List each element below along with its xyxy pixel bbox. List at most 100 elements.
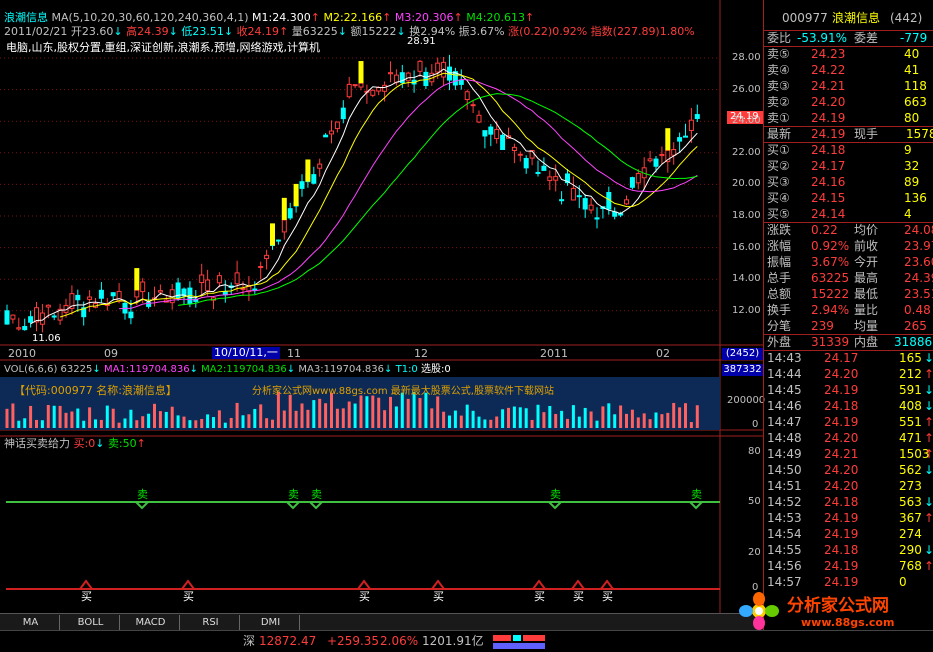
m2-value: M2:22.166 xyxy=(323,11,383,24)
volume-bar xyxy=(465,404,469,428)
volume-bar xyxy=(341,408,345,428)
status-bar-up xyxy=(493,635,511,641)
signal-candle xyxy=(281,197,287,220)
tab-rsi[interactable]: RSI xyxy=(182,615,240,630)
bid-label: 买③ xyxy=(767,175,790,189)
chart-header: 浪潮信息 MA(5,10,20,30,60,120,240,360,4,1) M… xyxy=(4,11,535,24)
signal-candle xyxy=(358,61,364,84)
watermark-site: 分析家公式网www.88gs.com 最新最大股票公式,股票软件下载网站 xyxy=(252,386,554,397)
volume-bar xyxy=(229,417,233,428)
tick-time: 14:48 xyxy=(767,431,802,445)
stat-value2: 265 xyxy=(904,319,927,333)
tick-time: 14:43 xyxy=(767,351,802,365)
ask-label: 卖③ xyxy=(767,79,790,93)
quote-count: (442) xyxy=(890,11,923,25)
ask-price: 24.19 xyxy=(811,111,846,125)
date-2010: 2010 xyxy=(8,347,36,360)
bid-volume: 89 xyxy=(904,175,920,189)
status-market: 深 xyxy=(243,634,256,648)
volume-bar xyxy=(206,414,210,428)
price-axis-label: 22.00 xyxy=(732,146,761,158)
stat-value: 2.94% xyxy=(811,303,850,317)
stat-row: 总额 15222 最低 23.51 xyxy=(764,286,933,302)
tick-volume: 274 xyxy=(899,527,922,541)
signal-buy: 买:0 xyxy=(73,437,96,450)
volume-bar xyxy=(507,407,510,428)
chart-canvas[interactable] xyxy=(0,0,763,613)
tick-arrow-icon: ↓ xyxy=(924,495,933,509)
date-11: 11 xyxy=(287,347,301,360)
weibi-value: -53.91% xyxy=(797,31,848,45)
volume-bar xyxy=(583,407,587,428)
volume-bar xyxy=(117,422,121,428)
volume-bar xyxy=(347,401,351,428)
tick-price: 24.18 xyxy=(824,543,859,557)
tick-price: 24.19 xyxy=(824,559,859,573)
tick-row: 14:43 24.17 165 ↓ xyxy=(764,350,933,366)
bid-label: 买④ xyxy=(767,191,790,205)
logo-url: www.88gs.com xyxy=(801,616,895,629)
tick-arrow-icon: ↓ xyxy=(924,463,933,477)
volume-bar xyxy=(359,395,363,428)
tick-time: 14:44 xyxy=(767,367,802,381)
tick-volume: 408 xyxy=(899,399,922,413)
volume-bar xyxy=(695,405,699,428)
volume-bar xyxy=(58,405,62,428)
tick-row: 14:57 24.19 0 xyxy=(764,574,933,590)
ask-price: 24.22 xyxy=(811,63,846,77)
tick-price: 24.17 xyxy=(824,351,859,365)
volume-bar xyxy=(324,403,328,428)
signal-axis-50: 50 xyxy=(748,496,761,507)
ask-row: 卖⑤ 24.23 40 xyxy=(764,46,933,62)
tick-arrow-icon: ↑ xyxy=(924,367,933,381)
vol-select: 选股:0 xyxy=(420,364,451,375)
stat-label: 涨跌 xyxy=(767,223,792,237)
ask-price: 24.23 xyxy=(811,47,846,61)
tick-price: 24.19 xyxy=(824,415,859,429)
volume-bar xyxy=(648,419,652,428)
tab-dmi[interactable]: DMI xyxy=(242,615,300,630)
tick-time: 14:45 xyxy=(767,383,802,397)
volume-bar xyxy=(17,420,21,428)
tick-time: 14:50 xyxy=(767,463,802,477)
tick-time: 14:46 xyxy=(767,399,802,413)
tick-arrow-icon: ↓ xyxy=(924,543,933,557)
tab-boll[interactable]: BOLL xyxy=(62,615,120,630)
bid-row: 买④ 24.15 136 xyxy=(764,190,933,206)
volume-bar xyxy=(353,403,357,428)
ask-price: 24.21 xyxy=(811,79,846,93)
price-axis-label: 12.00 xyxy=(732,304,761,316)
volume-bar xyxy=(64,412,68,428)
tick-price: 24.18 xyxy=(824,495,859,509)
tick-volume: 551 xyxy=(899,415,922,429)
stat-label2: 均价 xyxy=(854,223,879,237)
stat-value: 239 xyxy=(811,319,834,333)
price-axis-label: 14.00 xyxy=(732,273,761,285)
bid-volume: 9 xyxy=(904,143,912,157)
stat-row: 涨跌 0.22 均价 24.08 xyxy=(764,222,933,238)
tick-time: 14:55 xyxy=(767,543,802,557)
buy-mark: 买 xyxy=(433,590,444,603)
bid-label: 买② xyxy=(767,159,790,173)
tab-ma[interactable]: MA xyxy=(2,615,60,630)
ohlc-amplitude: 振3.67% xyxy=(458,25,505,38)
ask-label: 卖① xyxy=(767,111,790,125)
volume-bar xyxy=(453,410,457,428)
tick-time: 14:53 xyxy=(767,511,802,525)
tick-row: 14:52 24.18 563 ↓ xyxy=(764,494,933,510)
buy-mark: 买 xyxy=(81,590,92,603)
volume-bar xyxy=(94,419,97,428)
volume-bar xyxy=(400,392,404,428)
volume-bar xyxy=(589,411,593,428)
volume-bar xyxy=(389,396,392,428)
volume-bar xyxy=(129,409,133,428)
tick-price: 24.19 xyxy=(824,575,859,589)
tick-row: 14:45 24.19 591 ↓ xyxy=(764,382,933,398)
volume-bar xyxy=(371,395,375,428)
ask-row: 卖② 24.20 663 xyxy=(764,94,933,110)
bid-price: 24.18 xyxy=(811,143,846,157)
volume-bar xyxy=(595,420,599,428)
tab-macd[interactable]: MACD xyxy=(122,615,180,630)
tick-volume: 273 xyxy=(899,479,922,493)
volume-bar xyxy=(259,404,263,428)
